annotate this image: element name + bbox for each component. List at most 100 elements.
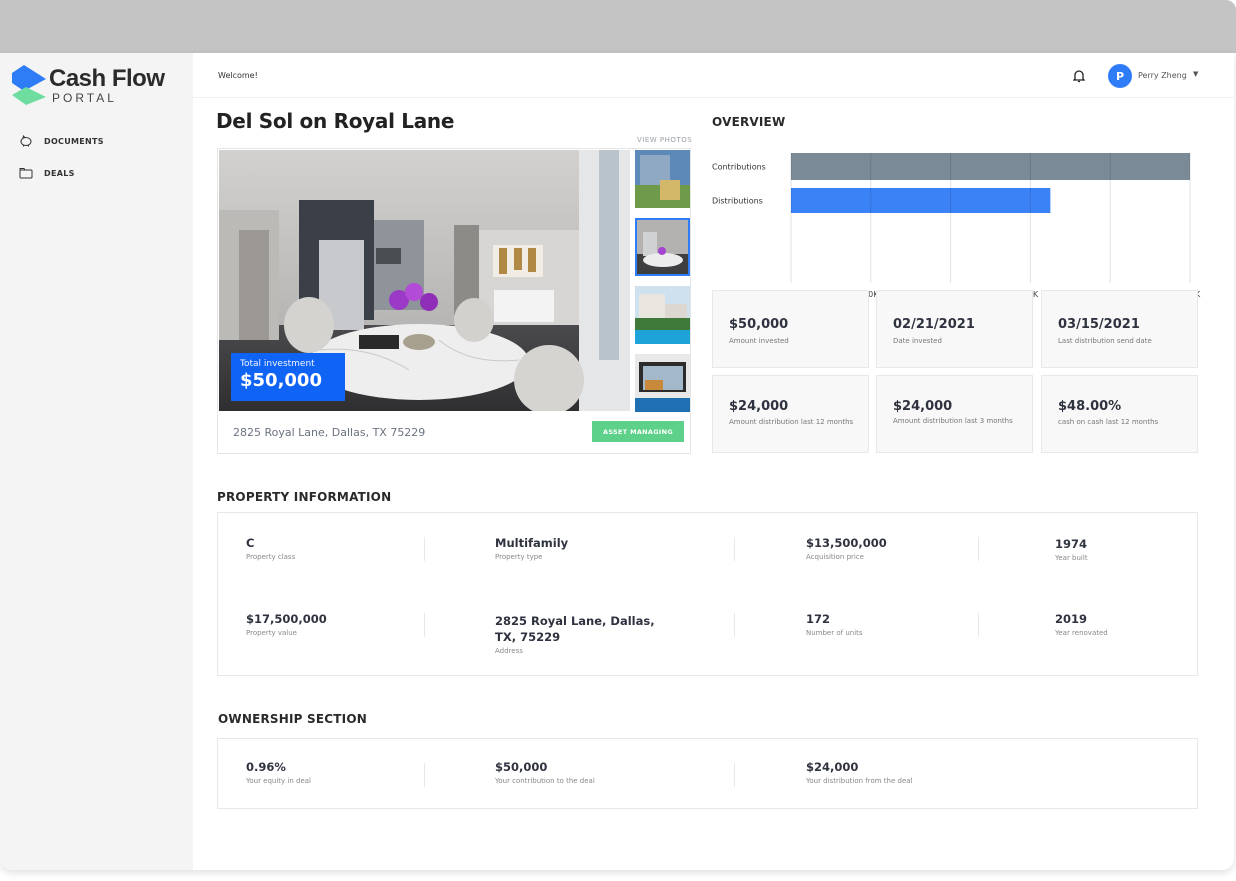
page-title: Del Sol on Royal Lane (216, 109, 455, 133)
info-label: Property value (246, 629, 297, 637)
bar-distributions (791, 188, 1051, 213)
category-label: Distributions (712, 197, 763, 206)
stat-card-distribution-12-months: $24,000 Amount distribution last 12 mont… (712, 375, 869, 453)
stat-label: Last distribution send date (1058, 337, 1152, 345)
info-value: $50,000 (495, 760, 548, 774)
top-header: Welcome! P Perry Zheng ▼ (193, 53, 1234, 98)
stat-value: $24,000 (729, 399, 789, 414)
ownership-section-title: OWNERSHIP SECTION (218, 712, 367, 726)
bar-contributions (791, 153, 1190, 180)
property-information-panel: C Property class Multifamily Property ty… (217, 512, 1198, 676)
stat-label: cash on cash last 12 months (1058, 418, 1159, 426)
overview-title: OVERVIEW (712, 115, 786, 129)
info-label: Year built (1055, 554, 1088, 562)
ownership-panel: 0.96% Your equity in deal $50,000 Your c… (217, 738, 1198, 809)
main-property-photo[interactable]: Total investment $50,000 (219, 150, 630, 411)
total-investment-value: $50,000 (240, 370, 322, 391)
info-label: Address (495, 647, 523, 655)
category-label: Contributions (712, 163, 766, 172)
window-top-bar (0, 0, 1236, 53)
year-renovated: 2019 Year renovated (1055, 611, 1108, 637)
info-value: 172 (806, 612, 831, 626)
divider (734, 763, 735, 787)
divider (978, 613, 979, 637)
equity-in-deal: 0.96% Your equity in deal (246, 759, 311, 785)
stat-card-cash-on-cash: $48.00% cash on cash last 12 months (1041, 375, 1198, 453)
user-avatar[interactable]: P (1108, 64, 1132, 88)
total-investment-label: Total investment (240, 359, 315, 369)
stat-card-last-distribution-date: 03/15/2021 Last distribution send date (1041, 290, 1198, 368)
info-label: Acquisition price (806, 553, 864, 561)
sidebar-item-label: DOCUMENTS (44, 136, 104, 146)
sidebar: Cash Flow PORTAL DOCUMENTS DEALS (0, 53, 193, 870)
info-value: $13,500,000 (806, 536, 887, 550)
info-label: Your distribution from the deal (806, 777, 913, 785)
info-label: Your equity in deal (246, 777, 312, 785)
photo-thumbnail[interactable] (635, 354, 690, 412)
distribution-from-deal: $24,000 Your distribution from the deal (806, 759, 913, 785)
info-label: Property type (495, 553, 543, 561)
photo-thumbnail-selected[interactable] (635, 218, 690, 276)
info-value: $24,000 (806, 760, 859, 774)
brand-subtitle: PORTAL (52, 91, 117, 105)
user-name[interactable]: Perry Zheng (1138, 71, 1187, 80)
number-of-units: 172 Number of units (806, 611, 863, 637)
stat-card-amount-invested: $50,000 Amount invested (712, 290, 869, 368)
notification-bell-icon[interactable] (1072, 68, 1087, 84)
divider (734, 537, 735, 561)
view-photos-link[interactable]: VIEW PHOTOS (637, 136, 692, 144)
property-type: Multifamily Property type (495, 535, 568, 561)
total-investment-badge: Total investment $50,000 (231, 353, 345, 401)
building-exterior-thumbnail-image (635, 150, 690, 208)
year-built: 1974 Year built (1055, 536, 1088, 562)
info-value: 1974 (1055, 537, 1088, 551)
overview-chart: ContributionsDistributions020K40K60K80K1… (712, 143, 1212, 303)
property-address: 2825 Royal Lane, Dallas, TX 75229 (233, 426, 426, 439)
asset-managing-button[interactable]: ASSET MANAGING (592, 421, 684, 442)
stat-value: $50,000 (729, 317, 789, 332)
info-value: 2019 (1055, 612, 1088, 626)
overview-bar-chart: ContributionsDistributions020K40K60K80K1… (712, 153, 1201, 299)
logo[interactable]: Cash Flow PORTAL (12, 65, 182, 107)
stat-label: Amount distribution last 12 months (729, 418, 854, 426)
info-label: Number of units (806, 629, 863, 637)
photo-thumbnail[interactable] (635, 150, 690, 208)
sidebar-item-deals[interactable]: DEALS (18, 163, 75, 183)
logo-icon (12, 65, 46, 105)
info-label: Your contribution to the deal (495, 777, 595, 785)
divider (424, 613, 425, 637)
divider (424, 763, 425, 787)
divider (424, 537, 425, 561)
sidebar-item-documents[interactable]: DOCUMENTS (18, 131, 104, 151)
photo-thumbnail[interactable] (635, 286, 690, 344)
info-value: Multifamily (495, 536, 569, 550)
info-value: $17,500,000 (246, 612, 327, 626)
stat-label: Amount distribution last 3 months (893, 417, 1013, 425)
living-room-thumbnail-image (635, 354, 690, 412)
chevron-down-icon[interactable]: ▼ (1193, 70, 1198, 78)
app-window: Cash Flow PORTAL DOCUMENTS DEALS Welcome… (0, 53, 1234, 870)
acquisition-price: $13,500,000 Acquisition price (806, 535, 887, 561)
folder-icon (18, 166, 34, 180)
piggy-bank-icon (18, 134, 34, 148)
contribution-to-deal: $50,000 Your contribution to the deal (495, 759, 595, 785)
brand-title: Cash Flow (49, 65, 165, 92)
info-label: Property class (246, 553, 296, 561)
stat-value: 02/21/2021 (893, 317, 975, 332)
sidebar-item-label: DEALS (44, 168, 75, 178)
stat-value: $48.00% (1058, 399, 1122, 414)
property-photo-card: Total investment $50,000 2825 Royal Lane… (217, 148, 691, 454)
property-class: C Property class (246, 535, 295, 561)
stat-value: $24,000 (893, 399, 953, 414)
divider (734, 613, 735, 637)
stat-card-distribution-3-months: $24,000 Amount distribution last 3 month… (876, 375, 1033, 453)
info-value: 0.96% (246, 760, 286, 774)
info-value: 2825 Royal Lane, Dallas, TX, 75229 (495, 614, 655, 644)
pool-thumbnail-image (635, 286, 690, 344)
stat-card-date-invested: 02/21/2021 Date invested (876, 290, 1033, 368)
stat-label: Date invested (893, 337, 942, 345)
property-address-info: 2825 Royal Lane, Dallas, TX, 75229 Addre… (495, 613, 670, 655)
kitchen-thumbnail-image (635, 218, 690, 276)
stat-label: Amount invested (729, 337, 789, 345)
property-value: $17,500,000 Property value (246, 611, 327, 637)
